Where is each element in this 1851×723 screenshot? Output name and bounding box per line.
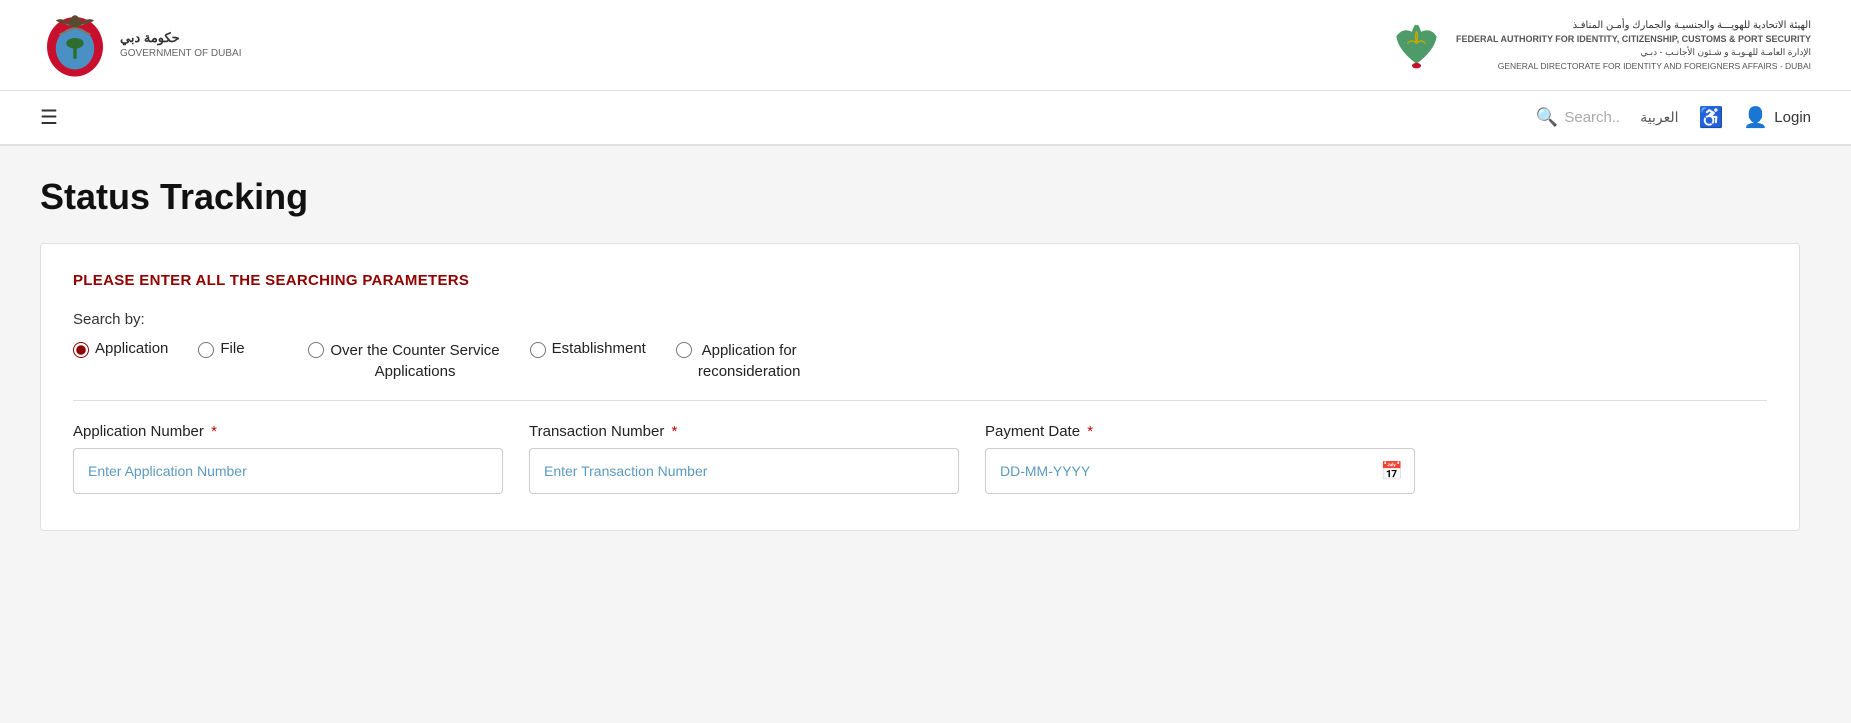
login-user-icon: 👤 [1743,105,1768,130]
navbar: ☰ 🔍 Search.. العربية ♿ 👤 Login [0,91,1851,146]
radio-option-establishment[interactable]: Establishment [530,340,646,358]
card-heading: PLEASE ENTER ALL THE SEARCHING PARAMETER… [73,272,1767,289]
radio-reconsideration-label: Application forreconsideration [698,340,801,382]
org-english-line: FEDERAL AUTHORITY FOR IDENTITY, CITIZENS… [1456,33,1811,47]
radio-option-otc[interactable]: Over the Counter ServiceApplications [308,340,499,382]
payment-date-field: Payment Date * 📅 [985,423,1415,494]
login-label: Login [1774,109,1811,126]
login-area[interactable]: 👤 Login [1743,105,1811,130]
navbar-left: ☰ [40,105,58,130]
search-by-radio-group: Application File Over the Counter Servic… [73,340,1767,382]
radio-establishment-label: Establishment [552,340,646,357]
radio-otc-input[interactable] [308,342,324,358]
org-sub-arabic-line: الإدارة العامـة للهـويـة و شـئون الأجانـ… [1456,46,1811,60]
form-divider [73,400,1767,401]
radio-otc-label: Over the Counter ServiceApplications [330,340,499,382]
transaction-number-label: Transaction Number * [529,423,959,440]
page-title: Status Tracking [40,176,1811,218]
payment-date-required: * [1087,423,1093,440]
application-number-required: * [211,423,217,440]
radio-application-input[interactable] [73,342,89,358]
transaction-number-field: Transaction Number * [529,423,959,494]
radio-file-label: File [220,340,244,357]
radio-option-file[interactable]: File [198,340,278,358]
gov-arabic-text: حكومة دبي [120,29,242,47]
application-number-field: Application Number * [73,423,503,494]
navbar-right: 🔍 Search.. العربية ♿ 👤 Login [1536,105,1811,130]
radio-establishment-input[interactable] [530,342,546,358]
search-icon: 🔍 [1536,107,1558,128]
org-logo-icon [1389,18,1444,73]
payment-date-input[interactable] [985,448,1415,494]
search-by-label: Search by: [73,311,1767,328]
radio-file-input[interactable] [198,342,214,358]
org-sub-english-line: GENERAL DIRECTORATE FOR IDENTITY AND FOR… [1456,60,1811,73]
transaction-number-required: * [672,423,678,440]
transaction-number-input[interactable] [529,448,959,494]
arabic-language-button[interactable]: العربية [1640,109,1678,126]
application-number-label: Application Number * [73,423,503,440]
radio-option-reconsideration[interactable]: Application forreconsideration [676,340,801,382]
gov-english-text: GOVERNMENT OF DUBAI [120,47,242,61]
search-text: Search.. [1564,109,1620,126]
radio-reconsideration-input[interactable] [676,342,692,358]
hamburger-menu-icon[interactable]: ☰ [40,105,58,130]
header-top: حكومة دبي GOVERNMENT OF DUBAI الهيئة الا… [0,0,1851,91]
application-number-input[interactable] [73,448,503,494]
org-text: الهيئة الاتحادية للهويـــة والجنسيـة وال… [1456,18,1811,73]
logo-left: حكومة دبي GOVERNMENT OF DUBAI [40,10,242,80]
dubai-gov-logo [40,10,110,80]
org-arabic-line1: الهيئة الاتحادية للهويـــة والجنسيـة وال… [1456,18,1811,33]
search-card: PLEASE ENTER ALL THE SEARCHING PARAMETER… [40,243,1800,531]
radio-option-application[interactable]: Application [73,340,168,358]
gov-text: حكومة دبي GOVERNMENT OF DUBAI [120,29,242,61]
main-content: Status Tracking PLEASE ENTER ALL THE SEA… [0,146,1851,646]
payment-date-label: Payment Date * [985,423,1415,440]
accessibility-icon[interactable]: ♿ [1698,105,1723,130]
search-area[interactable]: 🔍 Search.. [1536,107,1620,128]
logo-right: الهيئة الاتحادية للهويـــة والجنسيـة وال… [1389,18,1811,73]
form-fields-row: Application Number * Transaction Number … [73,423,1767,494]
radio-application-label: Application [95,340,168,357]
date-input-wrapper: 📅 [985,448,1415,494]
